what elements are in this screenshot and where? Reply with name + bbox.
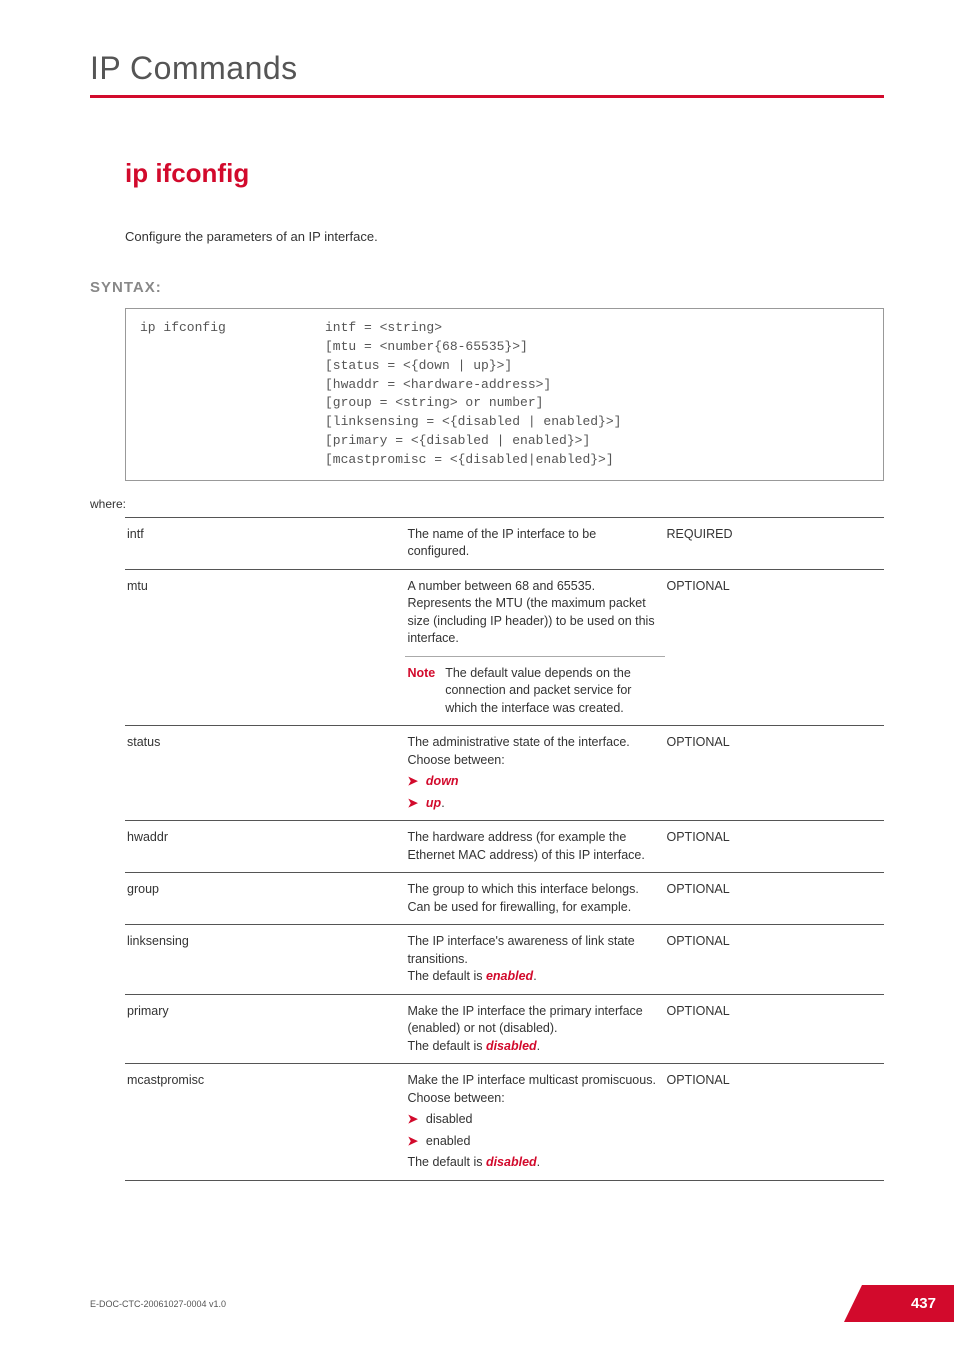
param-name: mcastpromisc bbox=[125, 1064, 405, 1181]
option-value: enabled bbox=[426, 1134, 471, 1148]
where-label: where: bbox=[90, 497, 884, 511]
header-rule bbox=[90, 95, 884, 98]
default-suffix: . bbox=[537, 1155, 540, 1169]
table-row: mtu A number between 68 and 65535. Repre… bbox=[125, 569, 884, 656]
param-desc: Make the IP interface multicast promiscu… bbox=[405, 1064, 664, 1181]
default-prefix: The default is bbox=[407, 969, 486, 983]
default-suffix: . bbox=[537, 1039, 540, 1053]
param-req: OPTIONAL bbox=[665, 726, 885, 821]
arrow-icon: ➤ bbox=[407, 796, 417, 810]
option-suffix: . bbox=[441, 796, 444, 810]
param-req: OPTIONAL bbox=[665, 569, 885, 726]
param-desc: The name of the IP interface to be confi… bbox=[405, 517, 664, 569]
param-desc: The administrative state of the interfac… bbox=[405, 726, 664, 821]
default-value: disabled bbox=[486, 1039, 537, 1053]
arrow-icon: ➤ bbox=[407, 1134, 417, 1148]
table-row: mcastpromisc Make the IP interface multi… bbox=[125, 1064, 884, 1181]
syntax-line: [hwaddr = <hardware-address>] bbox=[325, 376, 869, 395]
param-desc-text: Make the IP interface multicast promiscu… bbox=[407, 1072, 658, 1107]
syntax-line: [status = <{down | up}>] bbox=[325, 357, 869, 376]
param-req: OPTIONAL bbox=[665, 994, 885, 1064]
param-desc-text: The administrative state of the interfac… bbox=[407, 734, 658, 769]
syntax-label: SYNTAX: bbox=[90, 279, 884, 296]
param-name: hwaddr bbox=[125, 821, 405, 873]
table-row: group The group to which this interface … bbox=[125, 873, 884, 925]
arrow-icon: ➤ bbox=[407, 1112, 417, 1126]
syntax-cmd: ip ifconfig bbox=[140, 319, 325, 470]
param-req: OPTIONAL bbox=[665, 925, 885, 995]
param-desc: The hardware address (for example the Et… bbox=[405, 821, 664, 873]
syntax-line: [mtu = <number{68-65535}>] bbox=[325, 338, 869, 357]
table-row: status The administrative state of the i… bbox=[125, 726, 884, 821]
syntax-line: intf = <string> bbox=[325, 319, 869, 338]
command-description: Configure the parameters of an IP interf… bbox=[125, 229, 884, 244]
param-req: OPTIONAL bbox=[665, 873, 885, 925]
arrow-icon: ➤ bbox=[407, 774, 417, 788]
param-note: Note The default value depends on the co… bbox=[405, 656, 664, 726]
syntax-body: intf = <string> [mtu = <number{68-65535}… bbox=[325, 319, 869, 470]
syntax-line: [primary = <{disabled | enabled}>] bbox=[325, 432, 869, 451]
param-desc: A number between 68 and 65535. Represent… bbox=[405, 569, 664, 656]
default-prefix: The default is bbox=[407, 1039, 486, 1053]
note-text: The default value depends on the connect… bbox=[445, 665, 658, 718]
default-suffix: . bbox=[533, 969, 536, 983]
param-req: OPTIONAL bbox=[665, 821, 885, 873]
param-desc-text: Make the IP interface the primary interf… bbox=[407, 1003, 658, 1038]
param-desc: Make the IP interface the primary interf… bbox=[405, 994, 664, 1064]
param-desc-text: The IP interface's awareness of link sta… bbox=[407, 933, 658, 968]
default-value: disabled bbox=[486, 1155, 537, 1169]
syntax-box: ip ifconfig intf = <string> [mtu = <numb… bbox=[125, 308, 884, 481]
param-name: intf bbox=[125, 517, 405, 569]
syntax-line: [linksensing = <{disabled | enabled}>] bbox=[325, 413, 869, 432]
command-title: ip ifconfig bbox=[125, 158, 884, 189]
param-name: primary bbox=[125, 994, 405, 1064]
syntax-line: [group = <string> or number] bbox=[325, 394, 869, 413]
param-name: status bbox=[125, 726, 405, 821]
param-desc: The IP interface's awareness of link sta… bbox=[405, 925, 664, 995]
default-prefix: The default is bbox=[407, 1155, 486, 1169]
param-req: OPTIONAL bbox=[665, 1064, 885, 1181]
param-name: linksensing bbox=[125, 925, 405, 995]
footer-page-number: 437 bbox=[844, 1285, 954, 1322]
note-label: Note bbox=[407, 665, 435, 718]
footer-doc-id: E-DOC-CTC-20061027-0004 v1.0 bbox=[90, 1299, 226, 1309]
default-value: enabled bbox=[486, 969, 533, 983]
params-table: intf The name of the IP interface to be … bbox=[125, 517, 884, 1181]
table-row: hwaddr The hardware address (for example… bbox=[125, 821, 884, 873]
option-value: disabled bbox=[426, 1112, 473, 1126]
table-row: primary Make the IP interface the primar… bbox=[125, 994, 884, 1064]
param-desc: The group to which this interface belong… bbox=[405, 873, 664, 925]
option-value: up bbox=[426, 796, 441, 810]
option-value: down bbox=[426, 774, 459, 788]
table-row: linksensing The IP interface's awareness… bbox=[125, 925, 884, 995]
table-row: intf The name of the IP interface to be … bbox=[125, 517, 884, 569]
param-name: mtu bbox=[125, 569, 405, 726]
param-name: group bbox=[125, 873, 405, 925]
page-header: IP Commands bbox=[90, 50, 884, 87]
param-req: REQUIRED bbox=[665, 517, 885, 569]
syntax-line: [mcastpromisc = <{disabled|enabled}>] bbox=[325, 451, 869, 470]
footer: E-DOC-CTC-20061027-0004 v1.0 437 bbox=[90, 1285, 954, 1322]
